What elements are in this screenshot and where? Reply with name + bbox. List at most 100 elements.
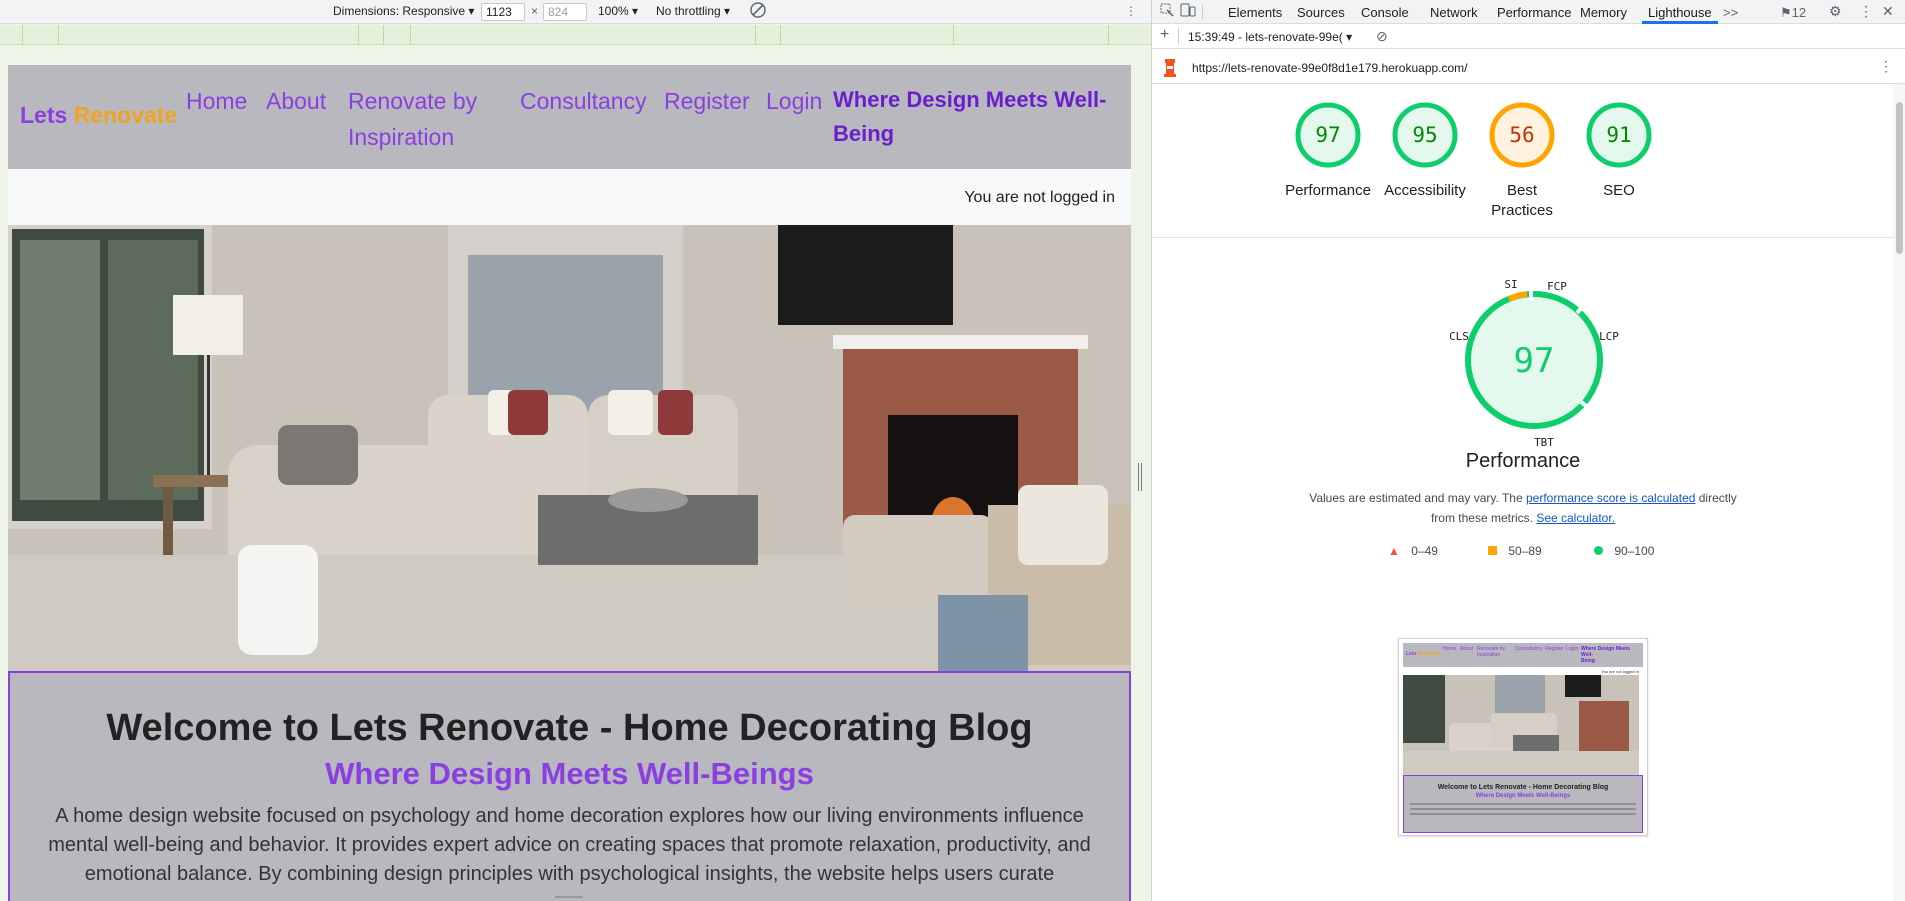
metric-tbt-label: TBT [1534, 436, 1554, 449]
legend-pass: 90–100 [1594, 544, 1654, 558]
thumb-welcome-subtitle: Where Design Meets Well-Beings [1475, 793, 1571, 799]
gauge-best-practices-label: Best Practices [1472, 181, 1572, 221]
nav-home[interactable]: Home [186, 83, 247, 119]
device-toggle-icon[interactable] [1180, 3, 1196, 20]
gauge-best-practices-ring: 56 [1489, 102, 1555, 168]
logo-part2: Renovate [73, 102, 178, 128]
nav-register[interactable]: Register [664, 83, 750, 119]
tab-sources[interactable]: Sources [1297, 5, 1345, 20]
legend-fail-label: 0–49 [1411, 544, 1438, 558]
welcome-title: Welcome to Lets Renovate - Home Decorati… [106, 707, 1033, 749]
gauge-best-practices-label-line1: Best [1506, 182, 1537, 199]
logo-part1: Lets [20, 102, 68, 128]
gauge-seo-label: SEO [1569, 181, 1669, 201]
metric-fcp-label: FCP [1547, 280, 1567, 293]
site-navbar: Lets Renovate Home About Renovate by Insp… [8, 65, 1131, 169]
more-tabs-button[interactable]: >> [1723, 5, 1738, 20]
gauge-accessibility-value: 95 [1412, 123, 1437, 147]
media-query-ruler [0, 25, 1151, 45]
new-report-button[interactable]: + [1160, 26, 1169, 44]
thumb-navbar: Lets Renovate Home About Renovate by Insp… [1403, 643, 1643, 667]
thumb-tagline-line2: Being [1581, 658, 1595, 664]
gauge-performance-label: Performance [1278, 181, 1378, 201]
nav-tagline-line2: Being [833, 121, 895, 146]
nav-renovate-line1: Renovate by [348, 88, 478, 114]
nav-consultancy[interactable]: Consultancy [520, 83, 647, 119]
login-status-bar: You are not logged in [8, 169, 1131, 225]
site-logo[interactable]: Lets Renovate [20, 102, 177, 129]
gauge-performance[interactable]: 97 Performance [1278, 100, 1378, 201]
gauge-accessibility-label: Accessibility [1375, 181, 1475, 201]
legend-fail: ▲ 0–49 [1388, 544, 1438, 558]
gauge-best-practices[interactable]: 56 Best Practices [1472, 100, 1572, 221]
dimensions-dropdown[interactable]: Dimensions: Responsive ▾ [333, 4, 474, 18]
gauge-seo-ring: 91 [1586, 102, 1652, 168]
devtools-more-icon[interactable]: ⋮ [1859, 3, 1873, 20]
nav-about[interactable]: About [266, 83, 326, 119]
tab-performance[interactable]: Performance [1497, 5, 1571, 20]
zoom-dropdown[interactable]: 100% ▾ [598, 4, 638, 18]
thumb-login-status: You are not logged in [1601, 669, 1639, 674]
clear-reports-icon[interactable]: ⊘ [1376, 28, 1388, 45]
hero-image [8, 225, 1131, 671]
height-input[interactable]: 824 [543, 3, 587, 21]
login-status: You are not logged in [964, 189, 1115, 206]
screen: Dimensions: Responsive ▾ 1123 × 824 100%… [0, 0, 1905, 901]
width-input[interactable]: 1123 [481, 3, 525, 21]
tab-lighthouse[interactable]: Lighthouse [1648, 5, 1712, 20]
metric-lcp-label: LCP [1599, 330, 1619, 343]
legend-average-label: 50–89 [1508, 544, 1542, 558]
welcome-subtitle: Where Design Meets Well-Beings [325, 756, 814, 791]
resize-handle-right[interactable] [1138, 463, 1142, 491]
tab-network[interactable]: Network [1430, 5, 1478, 20]
dimensions-label: Dimensions: Responsive [333, 4, 466, 18]
device-emulation-pane: Dimensions: Responsive ▾ 1123 × 824 100%… [0, 0, 1151, 901]
scrollbar-thumb[interactable] [1896, 102, 1903, 254]
report-selector[interactable]: 15:39:49 - lets-renovate-99e( ▾ [1188, 30, 1352, 44]
tab-memory[interactable]: Memory [1580, 5, 1627, 20]
see-calculator-link[interactable]: See calculator. [1536, 511, 1615, 525]
desc-prefix: Values are estimated and may vary. The [1309, 491, 1526, 505]
gauge-performance-label-line1: Performance [1285, 182, 1371, 199]
legend-average: 50–89 [1488, 544, 1542, 558]
tab-elements[interactable]: Elements [1228, 5, 1282, 20]
performance-title: Performance [1465, 450, 1581, 472]
inspect-icon[interactable] [1160, 3, 1174, 20]
final-screenshot-thumbnail[interactable]: Lets Renovate Home About Renovate by Insp… [1398, 638, 1648, 836]
rotate-icon[interactable] [749, 1, 767, 22]
thumb-tagline-line1: Where Design Meets Well- [1581, 646, 1630, 658]
times-sign: × [531, 4, 539, 18]
welcome-text: A home design website focused on psychol… [48, 805, 1091, 885]
report-scrollbar[interactable] [1893, 84, 1905, 901]
thumb-welcome-title: Welcome to Lets Renovate - Home Decorati… [1437, 784, 1609, 791]
device-toolbar: Dimensions: Responsive ▾ 1123 × 824 100%… [0, 0, 1151, 24]
report-url-bar: https://lets-renovate-99e0f8d1e179.herok… [1152, 50, 1905, 84]
devtools-panel: Elements Sources Console Network Perform… [1151, 0, 1905, 901]
thumb-text-line [1410, 803, 1636, 805]
thumb-logo-part1: Lets [1406, 651, 1417, 657]
thumb-welcome-section: Welcome to Lets Renovate - Home Decorati… [1403, 775, 1643, 833]
close-devtools-icon[interactable]: ✕ [1882, 3, 1894, 20]
gauge-seo-label-line1: SEO [1603, 182, 1635, 199]
nav-renovate[interactable]: Renovate by Inspiration [348, 83, 477, 155]
nav-login[interactable]: Login [766, 83, 822, 119]
score-calculated-link[interactable]: performance score is calculated [1526, 491, 1695, 505]
lighthouse-run-bar: + 15:39:49 - lets-renovate-99e( ▾ ⊘ [1152, 25, 1905, 49]
lighthouse-icon [1162, 57, 1178, 80]
thumb-text-line [1410, 808, 1636, 810]
throttling-dropdown[interactable]: No throttling ▾ [656, 4, 730, 18]
issues-badge[interactable]: ⚑12 [1780, 5, 1806, 21]
report-url[interactable]: https://lets-renovate-99e0f8d1e179.herok… [1192, 61, 1468, 75]
gauge-accessibility[interactable]: 95 Accessibility [1375, 100, 1475, 201]
device-more-icon[interactable]: ⋮ [1125, 4, 1137, 18]
settings-gear-icon[interactable]: ⚙ [1829, 3, 1842, 20]
tab-console[interactable]: Console [1361, 5, 1409, 20]
thumb-hero-image [1403, 675, 1639, 775]
performance-main-score: 97 [1514, 341, 1555, 381]
gauge-seo-value: 91 [1606, 123, 1631, 147]
resize-handle-bottom[interactable] [555, 896, 583, 898]
thumb-nav-renovate: Renovate by Inspiration [1477, 646, 1505, 658]
report-menu-icon[interactable]: ⋮ [1879, 58, 1893, 75]
thumb-nav-home: Home [1443, 646, 1457, 652]
gauge-seo[interactable]: 91 SEO [1569, 100, 1669, 201]
